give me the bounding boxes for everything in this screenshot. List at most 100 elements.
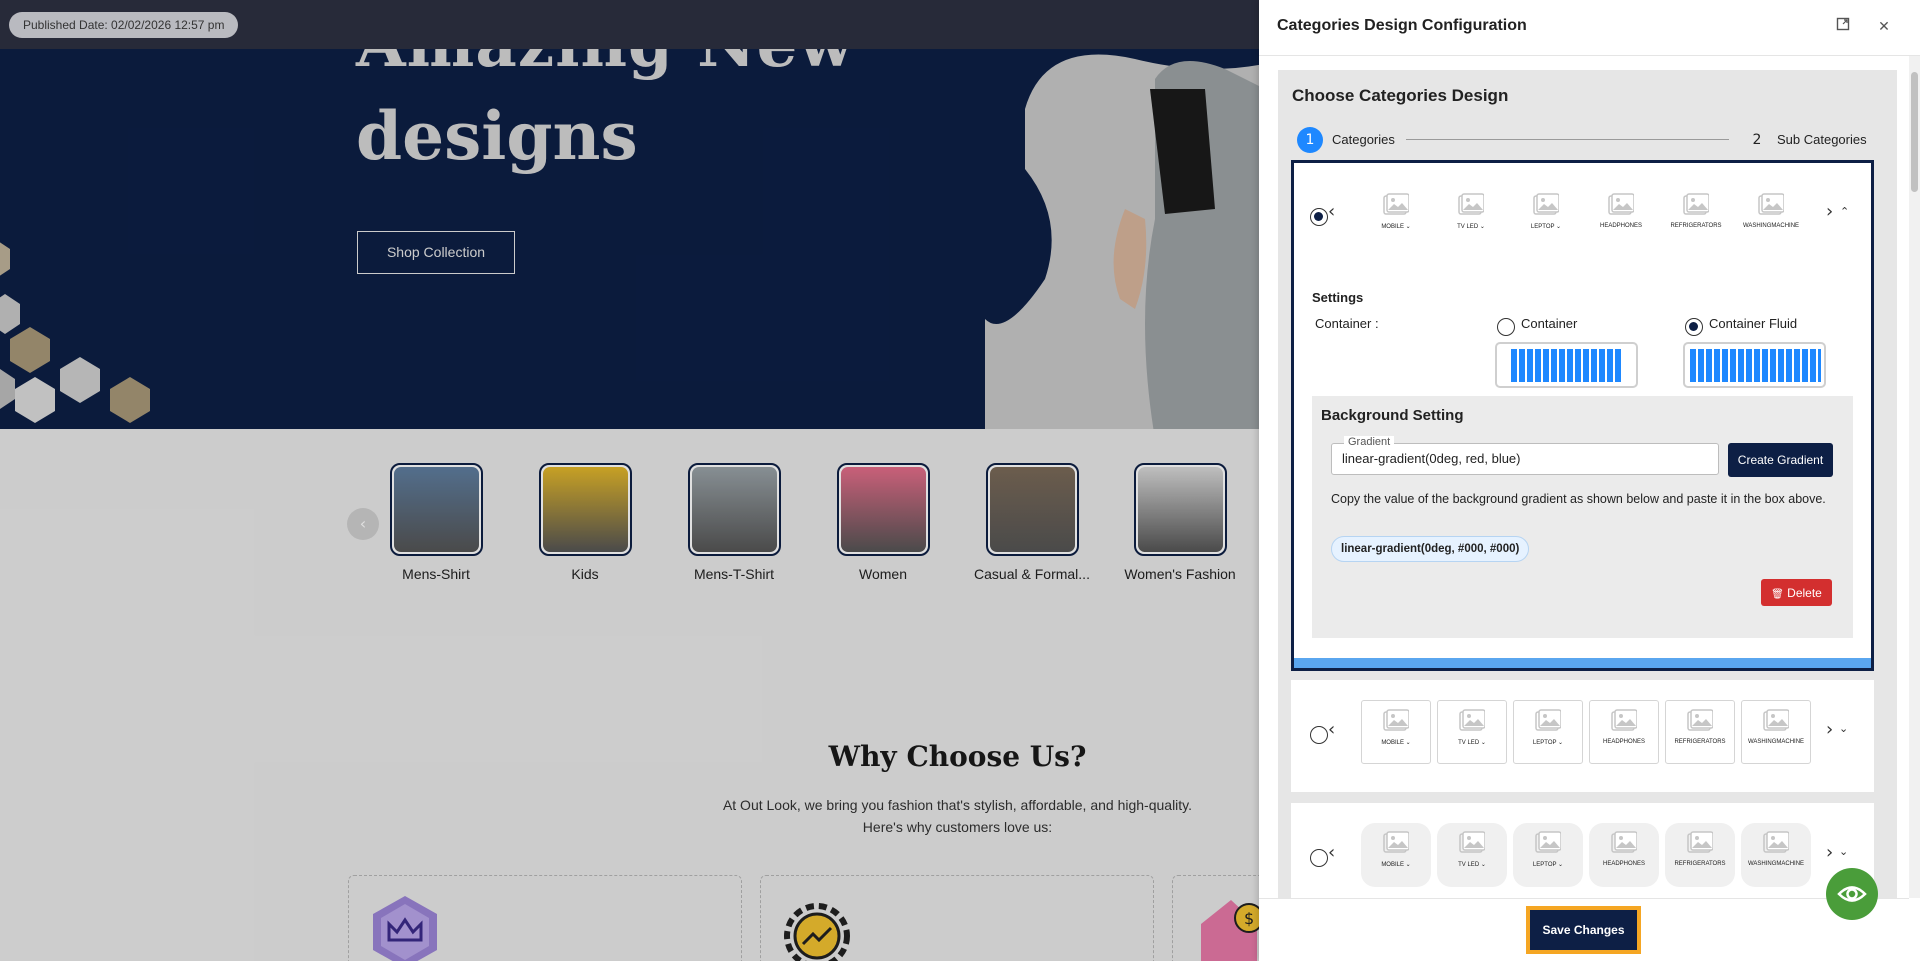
chevron-down-icon[interactable]: ⌄ [1839, 845, 1848, 858]
close-icon[interactable]: ✕ [1874, 17, 1894, 37]
category-photo [989, 467, 1075, 552]
design-option-1-radio[interactable] [1310, 208, 1328, 226]
gradient-field-legend: Gradient [1344, 436, 1395, 448]
mini-category-label: WASHINGMACHINE [1747, 739, 1805, 745]
mini-category-item: TV LED ⌄ [1437, 823, 1507, 887]
step-2-circle[interactable]: 2 [1744, 127, 1770, 153]
background-setting-title: Background Setting [1321, 407, 1464, 424]
chevron-left-icon[interactable]: ‹ [1328, 201, 1335, 222]
category-item[interactable]: Mens-T-Shirt [659, 463, 809, 582]
category-item[interactable]: Casual & Formal... [957, 463, 1107, 582]
mini-category-item: HEADPHONES [1589, 700, 1659, 764]
category-image[interactable] [389, 463, 483, 556]
container-label: Container : [1315, 316, 1379, 331]
scrollbar-thumb[interactable] [1911, 72, 1918, 192]
preview-eye-button[interactable] [1826, 868, 1878, 920]
mini-category-item: LEPTOP ⌄ [1511, 185, 1581, 249]
container-radio[interactable] [1497, 318, 1515, 336]
design-option-3[interactable]: ‹ MOBILE ⌄ TV LED ⌄ LEPTOP ⌄ HEADPHONES REFR… [1291, 803, 1874, 898]
category-label[interactable]: Kids [510, 566, 660, 582]
gradient-input[interactable] [1342, 451, 1712, 466]
image-placeholder-icon [1383, 193, 1410, 217]
mini-category-item: WASHINGMACHINE [1741, 700, 1811, 764]
mini-category-item: WASHINGMACHINE [1736, 185, 1806, 249]
panel-header: Categories Design Configuration ✕ [1259, 0, 1920, 56]
create-gradient-button[interactable]: Create Gradient [1728, 443, 1833, 477]
image-placeholder-icon [1611, 709, 1638, 733]
chevron-right-icon[interactable]: › [1826, 201, 1833, 222]
category-label[interactable]: Women [808, 566, 958, 582]
category-image[interactable] [985, 463, 1079, 556]
gear-growth-icon [784, 903, 850, 961]
mini-category-item: WASHINGMACHINE [1741, 823, 1811, 887]
chevron-left-icon[interactable]: ‹ [1328, 719, 1335, 740]
chevron-up-icon[interactable]: ⌃ [1840, 205, 1849, 218]
design-option-1[interactable]: ‹ MOBILE ⌄ TV LED ⌄ LEPTOP ⌄ HEADPHONES REFR… [1291, 160, 1874, 671]
mini-category-item: TV LED ⌄ [1437, 700, 1507, 764]
category-image[interactable] [687, 463, 781, 556]
mini-category-item: LEPTOP ⌄ [1513, 700, 1583, 764]
design-option-3-radio[interactable] [1310, 849, 1328, 867]
mini-category-label: MOBILE ⌄ [1381, 740, 1411, 746]
expand-icon[interactable] [1833, 17, 1853, 37]
container-preview[interactable] [1495, 342, 1638, 388]
image-placeholder-icon [1687, 709, 1714, 733]
save-changes-button[interactable]: Save Changes [1526, 906, 1641, 954]
mini-category-label: LEPTOP ⌄ [1532, 862, 1564, 868]
chevron-right-icon[interactable]: › [1826, 842, 1833, 863]
step-2-label[interactable]: Sub Categories [1777, 132, 1867, 147]
shop-collection-button[interactable]: Shop Collection [357, 231, 515, 274]
mini-category-label: MOBILE ⌄ [1381, 224, 1411, 230]
image-placeholder-icon [1758, 193, 1785, 217]
mini-category-label: TV LED ⌄ [1458, 740, 1486, 746]
svg-text:$: $ [1244, 909, 1254, 928]
panel-footer: Save Changes [1259, 898, 1909, 961]
mini-category-label: HEADPHONES [1602, 861, 1645, 867]
trash-icon: 🗑 [1771, 588, 1784, 600]
mini-category-label: WASHINGMACHINE [1742, 223, 1800, 229]
choose-design-section: Choose Categories Design 1 Categories 2 … [1278, 70, 1897, 898]
category-label[interactable]: Mens-T-Shirt [659, 566, 809, 582]
panel-content[interactable]: Choose Categories Design 1 Categories 2 … [1259, 56, 1909, 898]
container-option-label[interactable]: Container [1521, 316, 1577, 331]
mini-category-label: REFRIGERATORS [1674, 739, 1726, 745]
mini-category-label: HEADPHONES [1602, 739, 1645, 745]
container-fluid-preview[interactable] [1683, 342, 1826, 388]
mini-category-label: TV LED ⌄ [1457, 224, 1485, 230]
category-label[interactable]: Casual & Formal... [957, 566, 1107, 582]
category-item[interactable]: Kids [510, 463, 660, 582]
category-image[interactable] [1133, 463, 1227, 556]
category-image[interactable] [538, 463, 632, 556]
category-item[interactable]: Mens-Shirt [361, 463, 511, 582]
step-1-circle[interactable]: 1 [1297, 127, 1323, 153]
design-option-2-radio[interactable] [1310, 726, 1328, 744]
chevron-left-icon[interactable]: ‹ [1328, 842, 1335, 863]
gradient-sample-chip[interactable]: linear-gradient(0deg, #000, #000) [1331, 536, 1530, 562]
why-choose-subtitle: At Out Look, we bring you fashion that's… [660, 794, 1255, 838]
panel-scrollbar[interactable] [1909, 56, 1920, 898]
why-choose-title: Why Choose Us? [828, 740, 1087, 773]
design-option-2[interactable]: ‹ MOBILE ⌄ TV LED ⌄ LEPTOP ⌄ HEADPHONES REFR… [1291, 680, 1874, 792]
why-subtitle-line-1: At Out Look, we bring you fashion that's… [722, 797, 1193, 813]
section-title: Choose Categories Design [1292, 86, 1509, 105]
chevron-down-icon[interactable]: ⌄ [1839, 722, 1848, 735]
mini-category-item: MOBILE ⌄ [1361, 700, 1431, 764]
category-label[interactable]: Mens-Shirt [361, 566, 511, 582]
image-placeholder-icon [1383, 831, 1410, 855]
container-fluid-option-label[interactable]: Container Fluid [1709, 316, 1797, 331]
gradient-field[interactable]: Gradient [1331, 436, 1719, 475]
category-item[interactable]: Women [808, 463, 958, 582]
mini-category-item: HEADPHONES [1586, 185, 1656, 249]
mini-category-label: TV LED ⌄ [1458, 862, 1486, 868]
mini-category-label: LEPTOP ⌄ [1532, 740, 1564, 746]
container-fluid-radio[interactable] [1685, 318, 1703, 336]
category-image[interactable] [836, 463, 930, 556]
delete-button[interactable]: 🗑 Delete [1761, 579, 1832, 606]
stepper: 1 Categories 2 Sub Categories [1297, 127, 1875, 153]
category-label[interactable]: Women's Fashion [1105, 566, 1255, 582]
category-item[interactable]: Women's Fashion [1105, 463, 1255, 582]
mini-category-item: HEADPHONES [1589, 823, 1659, 887]
hero-title-partial: Amazing New [356, 49, 854, 82]
step-1-label[interactable]: Categories [1332, 132, 1395, 147]
chevron-right-icon[interactable]: › [1826, 719, 1833, 740]
